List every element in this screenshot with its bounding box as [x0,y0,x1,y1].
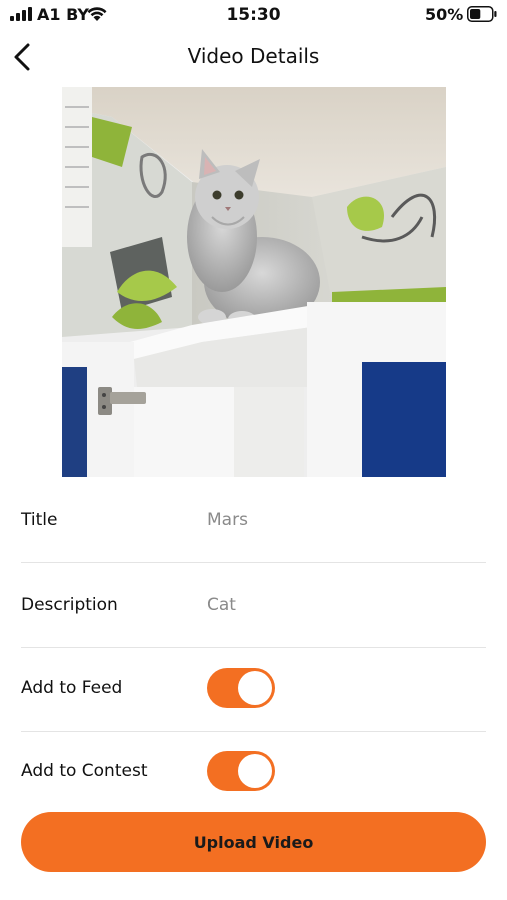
status-bar: A1 BY 15:30 50% [0,0,507,30]
add-to-feed-label: Add to Feed [21,678,123,698]
cat-on-shelf-image [62,87,446,477]
title-value[interactable]: Mars [207,510,248,530]
upload-video-button[interactable]: Upload Video [21,812,486,872]
toggle-knob [238,671,272,705]
add-to-contest-label: Add to Contest [21,761,148,781]
description-row[interactable]: Description Cat [21,563,486,648]
page-title: Video Details [187,44,320,68]
add-to-feed-toggle[interactable] [207,668,275,708]
add-to-feed-row: Add to Feed [21,647,486,732]
video-thumbnail[interactable] [62,87,446,477]
toggle-knob [238,754,272,788]
add-to-contest-toggle[interactable] [207,751,275,791]
battery-icon [467,6,497,22]
description-value[interactable]: Cat [207,595,236,615]
title-label: Title [21,510,58,530]
description-label: Description [21,595,118,615]
add-to-contest-row: Add to Contest [21,731,486,815]
title-row[interactable]: Title Mars [21,478,486,563]
battery-percent: 50% [425,5,464,24]
